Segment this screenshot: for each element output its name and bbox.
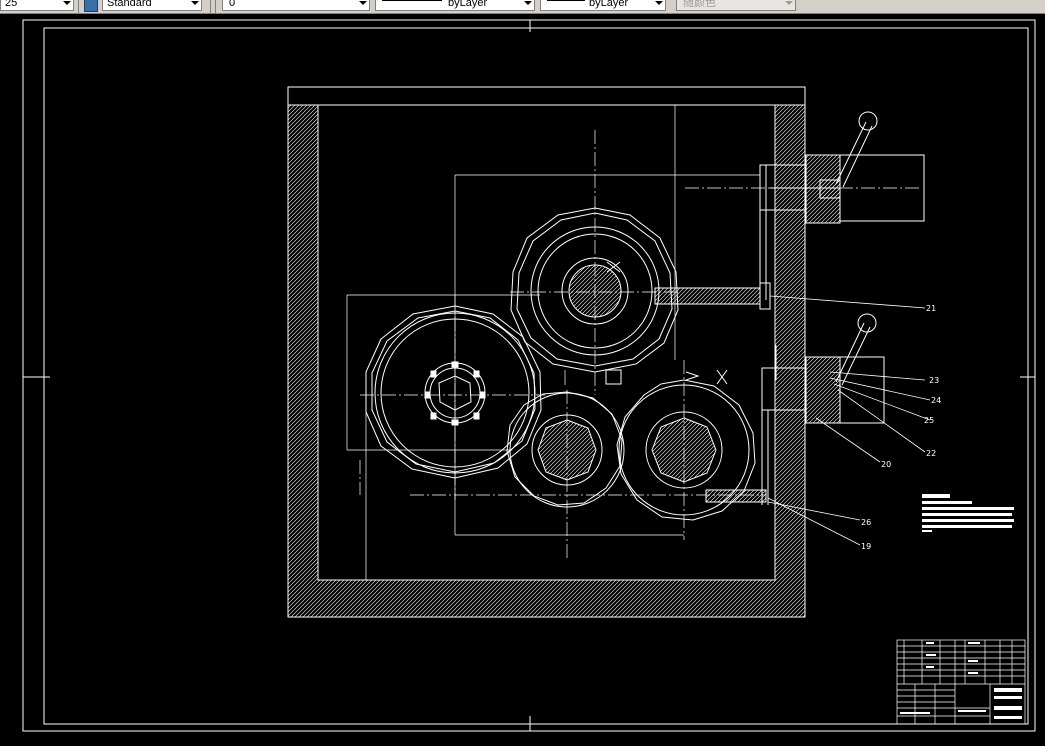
outer-frame bbox=[22, 19, 1036, 732]
gearbox-drawing: 21 23 24 25 22 20 26 19 bbox=[22, 19, 1036, 732]
drawing-canvas[interactable]: 21 23 24 25 22 20 26 19 bbox=[0, 13, 1045, 741]
part-label-23: 23 bbox=[929, 376, 939, 385]
linetype-preview bbox=[382, 0, 442, 1]
text-style-icon[interactable] bbox=[84, 0, 98, 12]
lineweight-preview bbox=[547, 0, 585, 1]
part-label-20: 20 bbox=[881, 460, 891, 469]
linetype-scale-dropdown[interactable]: 25 bbox=[0, 0, 74, 11]
left-gear bbox=[365, 305, 542, 479]
chevron-down-icon[interactable] bbox=[524, 1, 532, 5]
part-label-24: 24 bbox=[931, 396, 941, 405]
text-style-value: Standard bbox=[107, 0, 152, 9]
housing-walls bbox=[287, 104, 806, 618]
chevron-down-icon[interactable] bbox=[655, 1, 663, 5]
technical-notes bbox=[922, 494, 1014, 532]
properties-toolbar: 25 Standard 0 byLayer byLayer 随颜色 bbox=[0, 0, 1045, 14]
lineweight-dropdown[interactable]: byLayer bbox=[540, 0, 666, 11]
chevron-down-icon[interactable] bbox=[191, 1, 199, 5]
title-block-text bbox=[900, 642, 1022, 719]
part-label-26: 26 bbox=[861, 518, 871, 527]
linetype-dropdown[interactable]: byLayer bbox=[375, 0, 535, 11]
linetype-value: byLayer bbox=[448, 0, 488, 9]
linetype-scale-value: 25 bbox=[5, 0, 18, 9]
middle-gear bbox=[506, 391, 625, 508]
status-strip bbox=[0, 735, 1045, 741]
part-label-21: 21 bbox=[926, 304, 936, 313]
text-style-dropdown[interactable]: Standard bbox=[102, 0, 202, 11]
color-dropdown[interactable]: 随颜色 bbox=[676, 0, 796, 11]
chevron-down-icon[interactable] bbox=[785, 1, 793, 5]
part-label-19: 19 bbox=[861, 542, 871, 551]
title-block-rows bbox=[897, 645, 1025, 717]
upper-shaft bbox=[605, 165, 771, 385]
chevron-down-icon[interactable] bbox=[359, 1, 367, 5]
dimension-lines bbox=[346, 105, 760, 580]
part-label-25: 25 bbox=[924, 416, 934, 425]
housing-top-plate bbox=[287, 86, 806, 106]
toolbar-separator bbox=[210, 0, 211, 13]
title-block bbox=[896, 639, 1026, 725]
layer-value: 0 bbox=[229, 0, 236, 9]
layer-dropdown[interactable]: 0 bbox=[222, 0, 370, 11]
toolbar-separator bbox=[78, 0, 79, 13]
color-value: 随颜色 bbox=[683, 0, 716, 9]
upper-gear bbox=[510, 207, 679, 373]
part-label-22: 22 bbox=[926, 449, 936, 458]
toolbar-separator bbox=[215, 0, 216, 13]
lineweight-value: byLayer bbox=[589, 0, 629, 9]
chevron-down-icon[interactable] bbox=[63, 1, 71, 5]
